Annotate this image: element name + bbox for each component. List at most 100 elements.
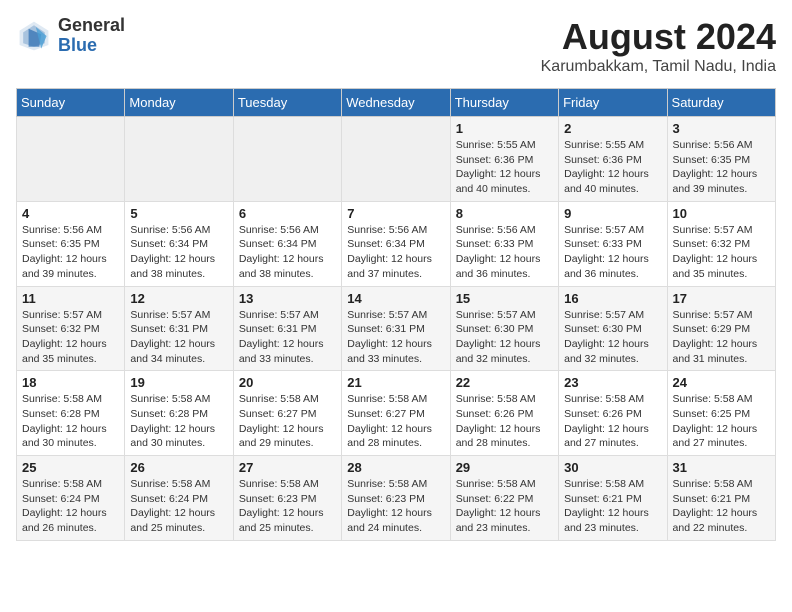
calendar-cell: 7Sunrise: 5:56 AM Sunset: 6:34 PM Daylig… [342,201,450,286]
day-number: 20 [239,375,336,390]
day-info: Sunrise: 5:57 AM Sunset: 6:33 PM Dayligh… [564,223,661,282]
day-info: Sunrise: 5:55 AM Sunset: 6:36 PM Dayligh… [564,138,661,197]
calendar-cell: 28 Sunrise: 5:58 AM Sunset: 6:23 PM Dayli… [342,456,450,541]
col-saturday: Saturday [667,89,775,117]
calendar-cell [342,117,450,202]
day-info: Sunrise: 5:55 AM Sunset: 6:36 PM Dayligh… [456,138,553,197]
calendar-row-5: 25 Sunrise: 5:58 AM Sunset: 6:24 PM Dayli… [17,456,776,541]
day-info: Sunrise: 5:56 AM Sunset: 6:34 PM Dayligh… [130,223,227,282]
day-info: Sunrise: 5:57 AM Sunset: 6:31 PM Dayligh… [130,308,227,367]
day-number: 2 [564,121,661,136]
calendar-cell [233,117,341,202]
day-number: 27 [239,460,336,475]
calendar-cell: 8 Sunrise: 5:56 AM Sunset: 6:33 PM Daylig… [450,201,558,286]
calendar-row-2: 4 Sunrise: 5:56 AM Sunset: 6:35 PM Daylig… [17,201,776,286]
calendar-cell: 18 Sunrise: 5:58 AM Sunset: 6:28 PM Dayli… [17,371,125,456]
col-tuesday: Tuesday [233,89,341,117]
day-number: 26 [130,460,227,475]
day-number: 14 [347,291,444,306]
day-info: Sunrise: 5:58 AM Sunset: 6:24 PM Dayligh… [130,477,227,536]
day-number: 11 [22,291,119,306]
day-number: 13 [239,291,336,306]
calendar-cell: 3 Sunrise: 5:56 AM Sunset: 6:35 PM Daylig… [667,117,775,202]
col-thursday: Thursday [450,89,558,117]
day-number: 1 [456,121,553,136]
calendar-cell [17,117,125,202]
day-info: Sunrise: 5:57 AM Sunset: 6:32 PM Dayligh… [22,308,119,367]
day-info: Sunrise: 5:56 AM Sunset: 6:34 PM Dayligh… [239,223,336,282]
day-info: Sunrise: 5:56 AM Sunset: 6:35 PM Dayligh… [22,223,119,282]
day-info: Sunrise: 5:58 AM Sunset: 6:21 PM Dayligh… [673,477,770,536]
calendar-cell: 26 Sunrise: 5:58 AM Sunset: 6:24 PM Dayli… [125,456,233,541]
day-number: 10 [673,206,770,221]
day-info: Sunrise: 5:58 AM Sunset: 6:26 PM Dayligh… [564,392,661,451]
calendar-cell: 11 Sunrise: 5:57 AM Sunset: 6:32 PM Dayli… [17,286,125,371]
calendar-cell: 15Sunrise: 5:57 AM Sunset: 6:30 PM Dayli… [450,286,558,371]
day-info: Sunrise: 5:56 AM Sunset: 6:35 PM Dayligh… [673,138,770,197]
calendar-cell: 4 Sunrise: 5:56 AM Sunset: 6:35 PM Daylig… [17,201,125,286]
calendar-cell: 19 Sunrise: 5:58 AM Sunset: 6:28 PM Dayli… [125,371,233,456]
header-row: Sunday Monday Tuesday Wednesday Thursday… [17,89,776,117]
calendar-row-4: 18 Sunrise: 5:58 AM Sunset: 6:28 PM Dayli… [17,371,776,456]
day-number: 30 [564,460,661,475]
day-number: 16 [564,291,661,306]
main-title: August 2024 [541,16,776,58]
col-friday: Friday [559,89,667,117]
day-number: 31 [673,460,770,475]
day-number: 24 [673,375,770,390]
day-info: Sunrise: 5:57 AM Sunset: 6:30 PM Dayligh… [564,308,661,367]
day-info: Sunrise: 5:57 AM Sunset: 6:31 PM Dayligh… [239,308,336,367]
logo-icon [16,18,52,54]
day-number: 8 [456,206,553,221]
calendar-cell: 31 Sunrise: 5:58 AM Sunset: 6:21 PM Dayli… [667,456,775,541]
calendar-cell: 23Sunrise: 5:58 AM Sunset: 6:26 PM Dayli… [559,371,667,456]
day-info: Sunrise: 5:58 AM Sunset: 6:23 PM Dayligh… [347,477,444,536]
day-info: Sunrise: 5:58 AM Sunset: 6:23 PM Dayligh… [239,477,336,536]
logo: General Blue [16,16,125,56]
day-number: 7 [347,206,444,221]
day-number: 25 [22,460,119,475]
calendar-cell [125,117,233,202]
logo-general: General [58,16,125,36]
day-number: 18 [22,375,119,390]
calendar-cell: 16 Sunrise: 5:57 AM Sunset: 6:30 PM Dayli… [559,286,667,371]
calendar-table: Sunday Monday Tuesday Wednesday Thursday… [16,88,776,541]
calendar-cell: 5 Sunrise: 5:56 AM Sunset: 6:34 PM Daylig… [125,201,233,286]
calendar-body: 1 Sunrise: 5:55 AM Sunset: 6:36 PM Daylig… [17,117,776,541]
day-info: Sunrise: 5:58 AM Sunset: 6:21 PM Dayligh… [564,477,661,536]
day-info: Sunrise: 5:57 AM Sunset: 6:30 PM Dayligh… [456,308,553,367]
day-info: Sunrise: 5:57 AM Sunset: 6:32 PM Dayligh… [673,223,770,282]
day-info: Sunrise: 5:58 AM Sunset: 6:27 PM Dayligh… [239,392,336,451]
calendar-cell: 20 Sunrise: 5:58 AM Sunset: 6:27 PM Dayli… [233,371,341,456]
calendar-cell: 30 Sunrise: 5:58 AM Sunset: 6:21 PM Dayli… [559,456,667,541]
day-info: Sunrise: 5:58 AM Sunset: 6:28 PM Dayligh… [130,392,227,451]
calendar-cell: 9 Sunrise: 5:57 AM Sunset: 6:33 PM Daylig… [559,201,667,286]
day-number: 28 [347,460,444,475]
day-number: 21 [347,375,444,390]
day-number: 6 [239,206,336,221]
day-info: Sunrise: 5:58 AM Sunset: 6:24 PM Dayligh… [22,477,119,536]
col-sunday: Sunday [17,89,125,117]
col-monday: Monday [125,89,233,117]
page-header: General Blue August 2024 Karumbakkam, Ta… [16,16,776,76]
logo-blue: Blue [58,36,125,56]
calendar-cell: 25 Sunrise: 5:58 AM Sunset: 6:24 PM Dayli… [17,456,125,541]
calendar-cell: 13 Sunrise: 5:57 AM Sunset: 6:31 PM Dayli… [233,286,341,371]
col-wednesday: Wednesday [342,89,450,117]
day-number: 9 [564,206,661,221]
day-number: 29 [456,460,553,475]
day-number: 3 [673,121,770,136]
day-info: Sunrise: 5:58 AM Sunset: 6:28 PM Dayligh… [22,392,119,451]
calendar-cell: 14Sunrise: 5:57 AM Sunset: 6:31 PM Dayli… [342,286,450,371]
day-info: Sunrise: 5:58 AM Sunset: 6:26 PM Dayligh… [456,392,553,451]
calendar-cell: 1 Sunrise: 5:55 AM Sunset: 6:36 PM Daylig… [450,117,558,202]
day-info: Sunrise: 5:58 AM Sunset: 6:27 PM Dayligh… [347,392,444,451]
day-info: Sunrise: 5:56 AM Sunset: 6:33 PM Dayligh… [456,223,553,282]
calendar-cell: 24 Sunrise: 5:58 AM Sunset: 6:25 PM Dayli… [667,371,775,456]
day-number: 19 [130,375,227,390]
day-number: 5 [130,206,227,221]
day-info: Sunrise: 5:57 AM Sunset: 6:29 PM Dayligh… [673,308,770,367]
day-number: 4 [22,206,119,221]
calendar-cell: 10 Sunrise: 5:57 AM Sunset: 6:32 PM Dayli… [667,201,775,286]
day-info: Sunrise: 5:58 AM Sunset: 6:25 PM Dayligh… [673,392,770,451]
